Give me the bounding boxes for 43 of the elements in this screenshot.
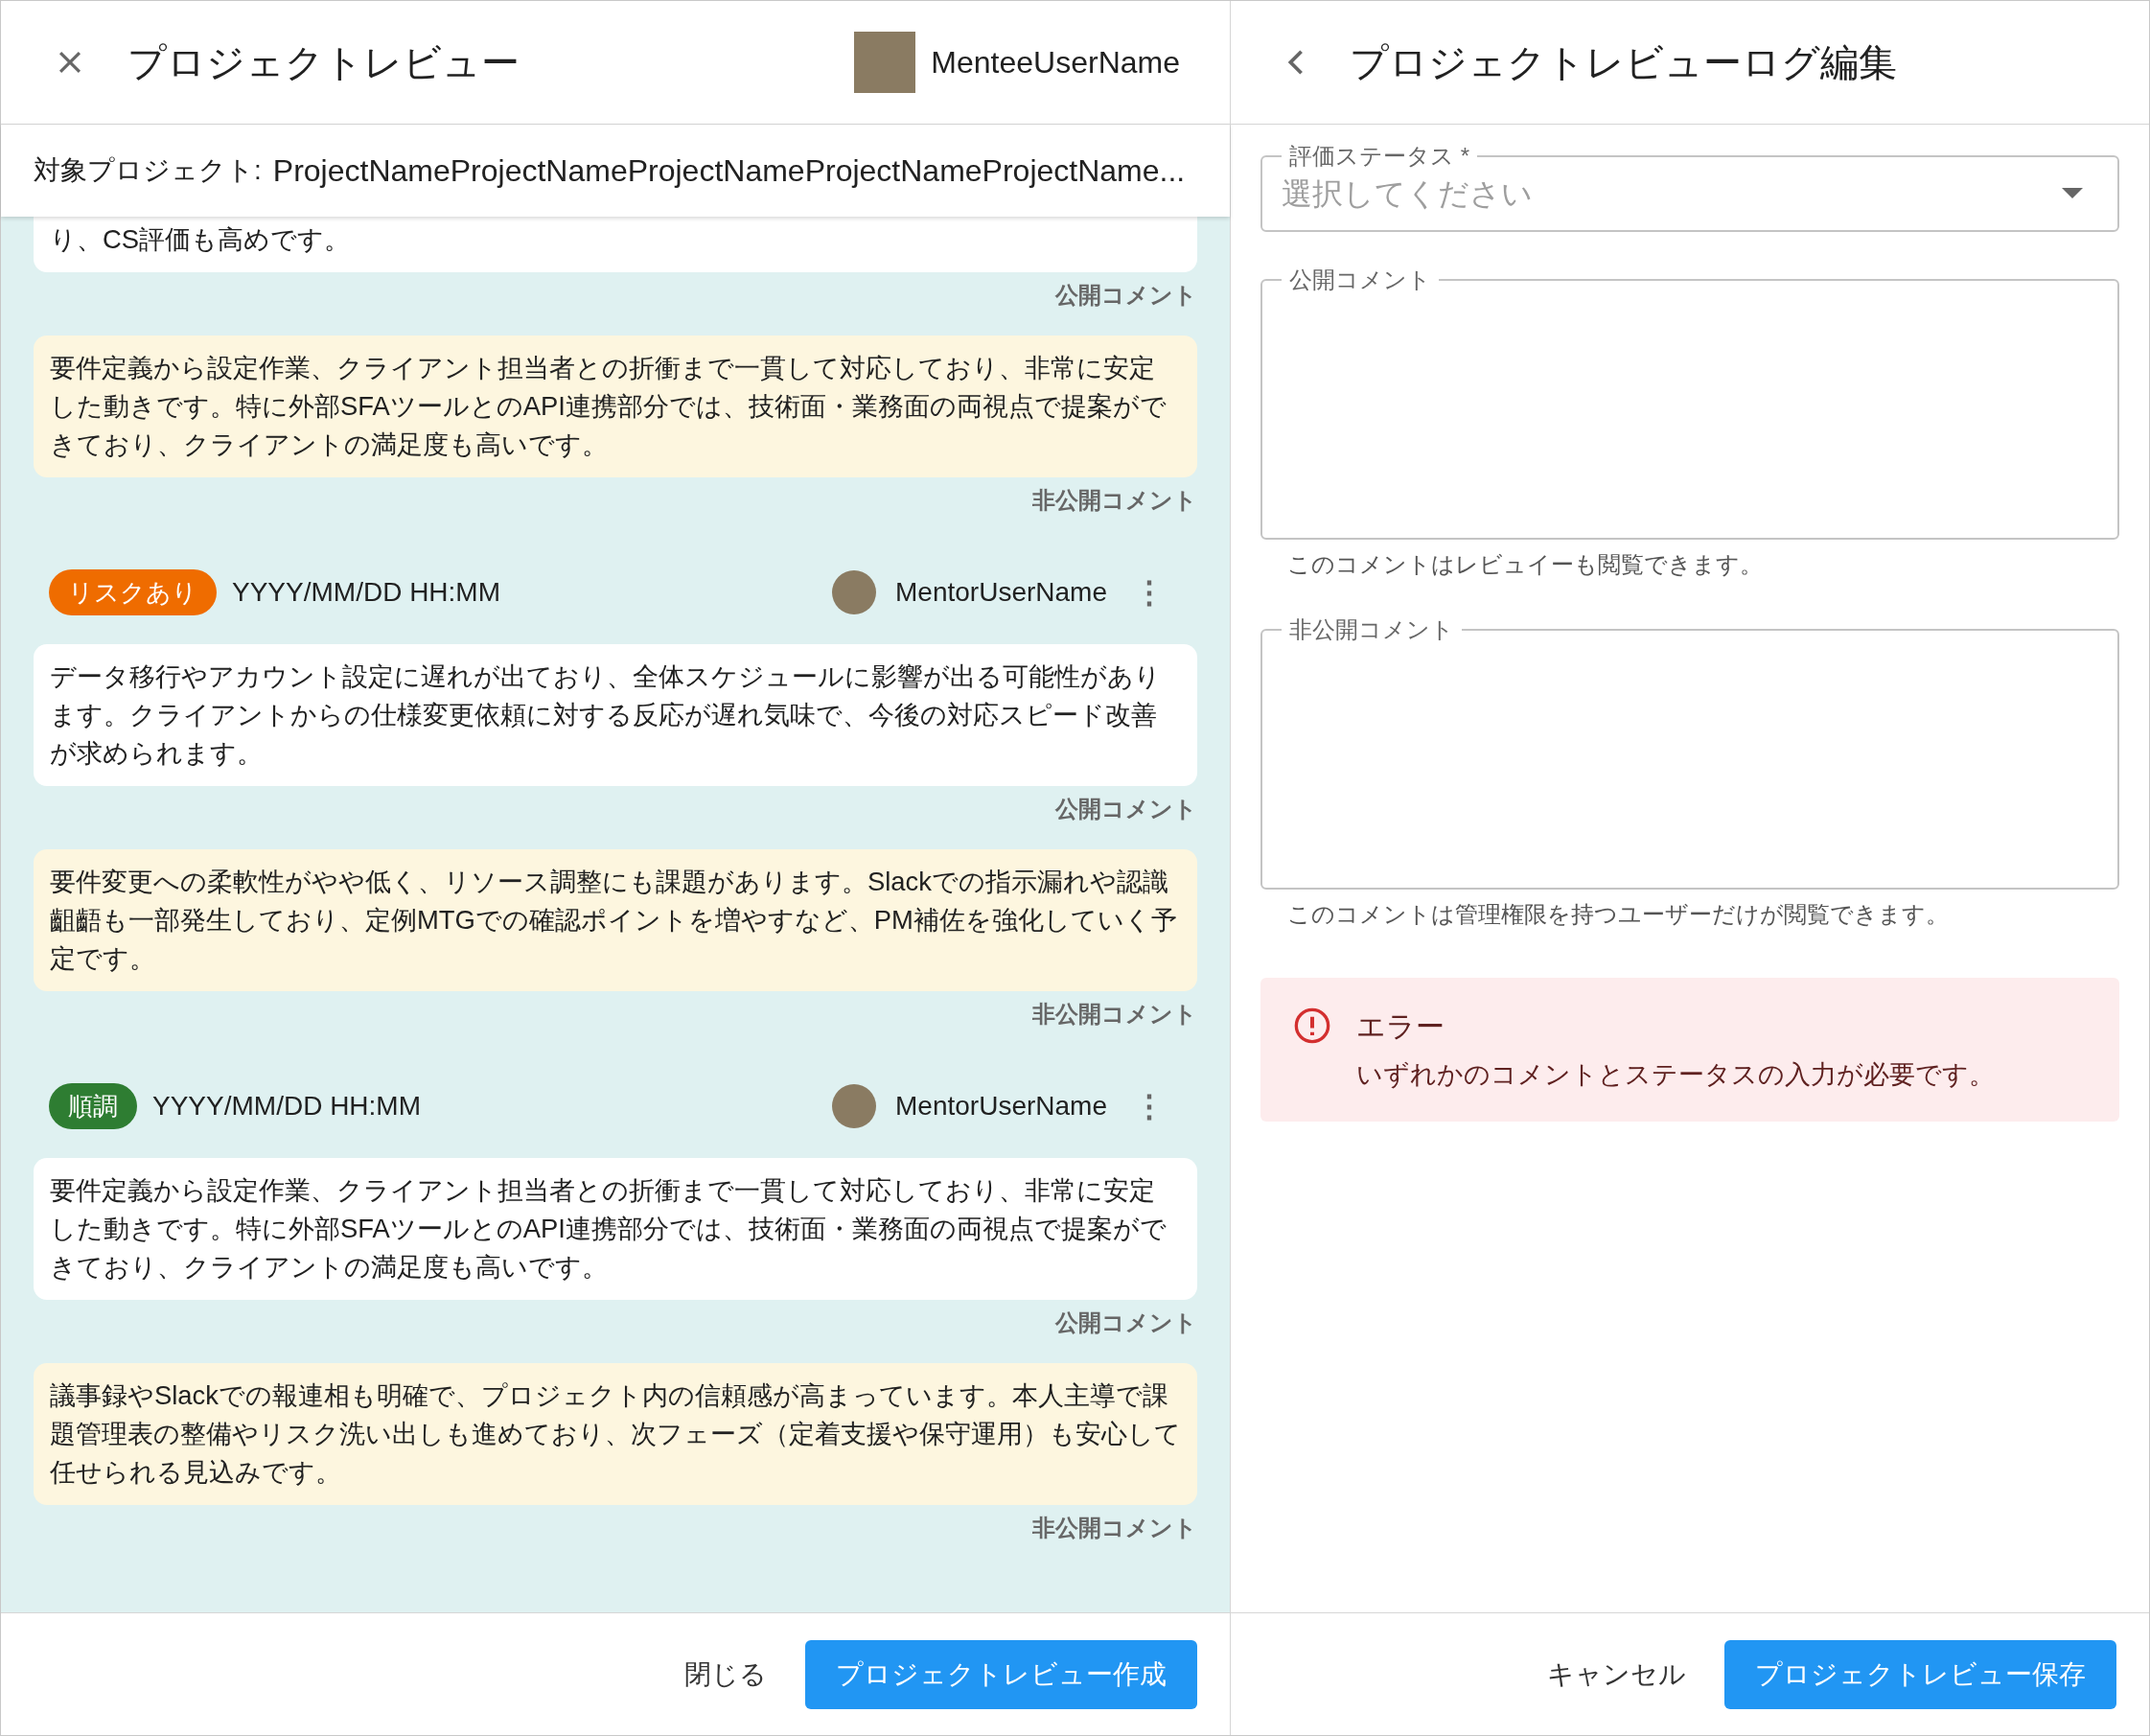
error-title: エラー	[1356, 1009, 1445, 1044]
project-name: ProjectNameProjectNameProjectNameProjectNameProjectName...	[272, 152, 1186, 190]
dropdown-arrow-icon	[2062, 188, 2083, 199]
comment-type-label: 非公開コメント	[1032, 1514, 1197, 1542]
project-label: 対象プロジェクト:	[34, 154, 262, 187]
helper-text: このコメントはレビュイーも閲覧できます。	[1287, 550, 1764, 579]
comment-type-label: 非公開コメント	[1032, 1000, 1197, 1029]
avatar	[832, 1084, 877, 1128]
avatar	[832, 570, 877, 614]
public-comment-field[interactable]: 公開コメント	[1260, 266, 2119, 540]
status-select[interactable]: 評価ステータス * 選択してください	[1260, 143, 2119, 232]
comment-type-label: 公開コメント	[1055, 1308, 1197, 1337]
comment-card: 要件定義から設定作業、クライアント担当者との折衝まで一貫して対応しており、非常に安定した動きです。特に外部SFAツールとのAPI連携部分では、技術面・業務面の両視点で提案ができており、クライアントの満足度も高いです。	[34, 336, 1197, 477]
user-name: MentorUserName	[895, 1090, 1107, 1123]
comment-card: 議事録やSlackでの報連相も明確で、プロジェクト内の信頼感が高まっています。本人主導で課題管理表の整備やリスク洗い出しも進めており、次フェーズ（定着支援や保守運用）も安心して任せられる見込みです。	[34, 1363, 1197, 1505]
comment-card: り、CS評価も高めです。	[34, 217, 1197, 272]
comment-type-label: 公開コメント	[1055, 795, 1197, 823]
more-button[interactable]: ⋮	[1130, 569, 1168, 615]
status-badge: 順調	[49, 1083, 137, 1129]
panel-title: プロジェクトレビューログ編集	[1350, 40, 1897, 85]
more-button[interactable]: ⋮	[1130, 1083, 1168, 1129]
placeholder-text: 選択してください	[1282, 175, 1534, 213]
comment-type-label: 非公開コメント	[1032, 486, 1197, 515]
comment-type-label: 公開コメント	[1055, 281, 1197, 310]
panel-title: プロジェクトレビュー	[127, 40, 520, 85]
comment-card: 要件定義から設定作業、クライアント担当者との折衝まで一貫して対応しており、非常に安定した動きです。特に外部SFAツールとのAPI連携部分では、技術面・業務面の両視点で提案ができており、クライアントの満足度も高いです。	[34, 1158, 1197, 1300]
helper-text: このコメントは管理権限を持つユーザーだけが閲覧できます。	[1287, 900, 1950, 929]
comment-card: データ移行やアカウント設定に遅れが出ており、全体スケジュールに影響が出る可能性があります。クライアントからの仕様変更依頼に対する反応が遅れ気味で、今後の対応スピード改善が求められます。	[34, 644, 1197, 786]
primary-button[interactable]: プロジェクトレビュー保存	[1724, 1639, 2116, 1709]
error-message: いずれかのコメントとステータスの入力が必要です。	[1356, 1059, 1995, 1091]
avatar	[854, 32, 916, 93]
status-badge: リスクあり	[49, 569, 217, 615]
user-name: MenteeUserName	[931, 44, 1180, 81]
private-comment-field[interactable]: 非公開コメント	[1260, 616, 2119, 890]
primary-button[interactable]: プロジェクトレビュー作成	[805, 1639, 1197, 1709]
error-icon	[1293, 1007, 1331, 1045]
field-label: 非公開コメント	[1288, 616, 1455, 643]
comment-card: 要件変更への柔軟性がやや低く、リソース調整にも課題があります。Slackでの指示漏れや認識齟齬も一部発生しており、定例MTGでの確認ポイントを増やすなど、PM補佐を強化していく予定です。	[34, 849, 1197, 991]
timestamp: YYYY/MM/DD HH:MM	[152, 1090, 422, 1123]
timestamp: YYYY/MM/DD HH:MM	[232, 576, 501, 609]
field-label: 公開コメント	[1288, 266, 1432, 293]
user-name: MentorUserName	[895, 576, 1107, 609]
field-label: 評価ステータス *	[1288, 143, 1470, 170]
